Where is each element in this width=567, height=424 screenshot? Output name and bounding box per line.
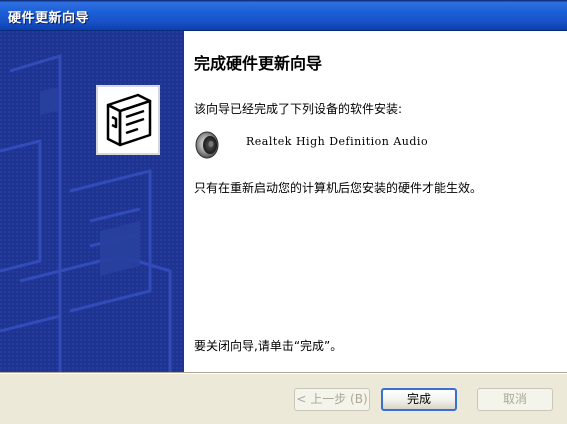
wizard-window: 硬件更新向导 完成硬件更新向导 该向导已经完成了下列设备的软件安装: Realt… xyxy=(0,0,567,424)
wizard-banner xyxy=(0,31,184,372)
hardware-card-icon xyxy=(98,87,158,153)
back-button[interactable]: < 上一步 (B) xyxy=(294,388,370,411)
hardware-wizard-icon xyxy=(96,85,160,155)
banner-pattern xyxy=(0,31,184,372)
intro-text: 该向导已经完成了下列设备的软件安装: xyxy=(194,102,403,116)
title-bar[interactable]: 硬件更新向导 xyxy=(0,0,567,31)
speaker-icon xyxy=(195,131,219,159)
cancel-button[interactable]: 取消 xyxy=(477,388,553,411)
device-name: Realtek High Definition Audio xyxy=(246,135,429,148)
wizard-content: 完成硬件更新向导 该向导已经完成了下列设备的软件安装: Realtek High… xyxy=(184,31,567,372)
window-title: 硬件更新向导 xyxy=(8,11,90,26)
device-item: Realtek High Definition Audio xyxy=(194,128,554,162)
restart-note: 只有在重新启动您的计算机后您安装的硬件才能生效。 xyxy=(194,181,483,195)
finish-button[interactable]: 完成 xyxy=(381,388,457,411)
close-hint-text: 要关闭向导,请单击“完成”。 xyxy=(194,339,343,353)
page-title: 完成硬件更新向导 xyxy=(194,54,323,73)
button-separator xyxy=(0,372,567,374)
